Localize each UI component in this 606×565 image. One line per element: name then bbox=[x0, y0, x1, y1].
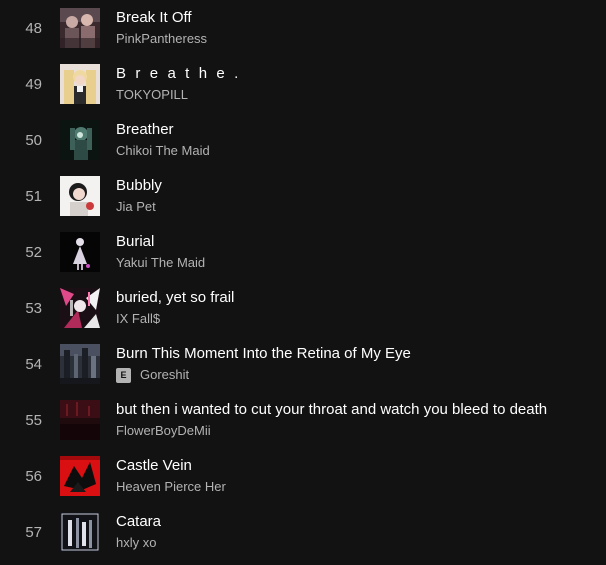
track-number: 48 bbox=[25, 19, 42, 37]
album-cover bbox=[60, 232, 100, 272]
track-title[interactable]: Castle Vein bbox=[116, 456, 226, 476]
track-title[interactable]: B r e a t h e . bbox=[116, 64, 241, 84]
track-number: 53 bbox=[25, 299, 42, 317]
track-number: 56 bbox=[25, 467, 42, 485]
album-cover bbox=[60, 400, 100, 440]
track-row[interactable]: 51 Bubbly Jia Pet bbox=[0, 168, 606, 224]
album-cover bbox=[60, 512, 100, 552]
explicit-badge: E bbox=[116, 367, 131, 383]
track-title[interactable]: Burn This Moment Into the Retina of My E… bbox=[116, 344, 411, 364]
track-title[interactable]: but then i wanted to cut your throat and… bbox=[116, 400, 547, 420]
track-artist[interactable]: Chikoi The Maid bbox=[116, 142, 210, 160]
track-number: 54 bbox=[25, 355, 42, 373]
track-row[interactable]: 57 Catara hxly xo bbox=[0, 504, 606, 560]
track-number: 52 bbox=[25, 243, 42, 261]
track-title[interactable]: Break It Off bbox=[116, 8, 207, 28]
track-title[interactable]: Breather bbox=[116, 120, 210, 140]
track-number: 55 bbox=[25, 411, 42, 429]
track-row[interactable]: 55 but then i wanted to cut your throat … bbox=[0, 392, 606, 448]
album-cover bbox=[60, 456, 100, 496]
track-row[interactable]: 56 Castle Vein Heaven Pierce Her bbox=[0, 448, 606, 504]
track-number: 57 bbox=[25, 523, 42, 541]
track-row[interactable]: 48 Break It Off PinkPantheress bbox=[0, 0, 606, 56]
album-cover bbox=[60, 8, 100, 48]
track-artist[interactable]: Jia Pet bbox=[116, 198, 156, 216]
track-title[interactable]: buried, yet so frail bbox=[116, 288, 234, 308]
track-row[interactable]: 49 B r e a t h e . TOKYOPILL bbox=[0, 56, 606, 112]
track-number: 50 bbox=[25, 131, 42, 149]
track-artist[interactable]: PinkPantheress bbox=[116, 30, 207, 48]
track-row[interactable]: 54 Burn This Moment Into the Retina of M… bbox=[0, 336, 606, 392]
track-artist[interactable]: TOKYOPILL bbox=[116, 86, 188, 104]
track-number: 49 bbox=[25, 75, 42, 93]
track-artist[interactable]: FlowerBoyDeMii bbox=[116, 422, 211, 440]
tracklist: 48 Break It Off PinkPantheress 49 B r e … bbox=[0, 0, 606, 565]
album-cover bbox=[60, 288, 100, 328]
album-cover bbox=[60, 64, 100, 104]
track-artist[interactable]: hxly xo bbox=[116, 534, 156, 552]
track-row[interactable]: 50 Breather Chikoi The Maid bbox=[0, 112, 606, 168]
track-row[interactable]: 52 Burial Yakui The Maid bbox=[0, 224, 606, 280]
album-cover bbox=[60, 120, 100, 160]
track-artist[interactable]: IX Fall$ bbox=[116, 310, 160, 328]
album-cover bbox=[60, 176, 100, 216]
track-row[interactable]: 53 buried, yet so frail IX Fall$ bbox=[0, 280, 606, 336]
track-number: 51 bbox=[25, 187, 42, 205]
track-artist[interactable]: Heaven Pierce Her bbox=[116, 478, 226, 496]
track-title[interactable]: Bubbly bbox=[116, 176, 162, 196]
album-cover bbox=[60, 344, 100, 384]
track-artist[interactable]: Yakui The Maid bbox=[116, 254, 205, 272]
track-title[interactable]: Burial bbox=[116, 232, 205, 252]
track-artist[interactable]: Goreshit bbox=[140, 366, 189, 384]
track-title[interactable]: Catara bbox=[116, 512, 161, 532]
